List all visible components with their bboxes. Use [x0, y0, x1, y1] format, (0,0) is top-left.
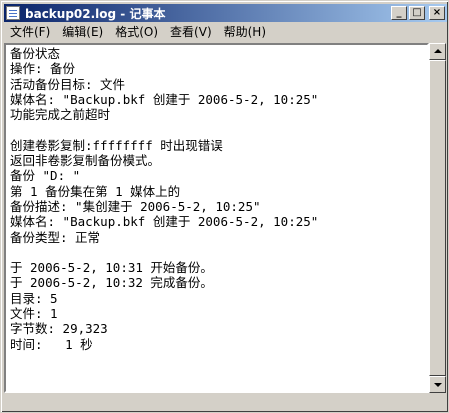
document-text[interactable]: 备份状态 操作: 备份 活动备份目标: 文件 媒体名: "Backup.bkf …: [6, 45, 427, 391]
notepad-window: backup02.log - 记事本 _ □ × 文件(F) 编辑(E) 格式(…: [0, 0, 449, 413]
menu-view[interactable]: 查看(V): [164, 24, 218, 41]
maximize-button[interactable]: □: [409, 6, 425, 20]
title-buttons: _ □ ×: [391, 6, 445, 20]
vertical-scrollbar[interactable]: [429, 43, 446, 393]
close-button[interactable]: ×: [429, 6, 445, 20]
window-bottom-edge: [4, 393, 447, 410]
notepad-icon: [6, 6, 20, 20]
text-editor[interactable]: 备份状态 操作: 备份 活动备份目标: 文件 媒体名: "Backup.bkf …: [4, 43, 429, 393]
title-bar[interactable]: backup02.log - 记事本 _ □ ×: [4, 4, 447, 22]
scroll-thumb[interactable]: [429, 60, 446, 376]
menu-edit[interactable]: 编辑(E): [56, 24, 109, 41]
menu-file[interactable]: 文件(F): [4, 24, 56, 41]
minimize-button[interactable]: _: [391, 6, 407, 20]
menu-help[interactable]: 帮助(H): [218, 24, 272, 41]
menu-format[interactable]: 格式(O): [109, 24, 164, 41]
scroll-down-button[interactable]: [429, 376, 446, 393]
menu-bar: 文件(F) 编辑(E) 格式(O) 查看(V) 帮助(H): [4, 23, 447, 42]
arrow-down-icon: [434, 383, 442, 387]
window-title: backup02.log - 记事本: [25, 6, 166, 21]
arrow-up-icon: [434, 49, 442, 53]
scroll-up-button[interactable]: [429, 43, 446, 60]
